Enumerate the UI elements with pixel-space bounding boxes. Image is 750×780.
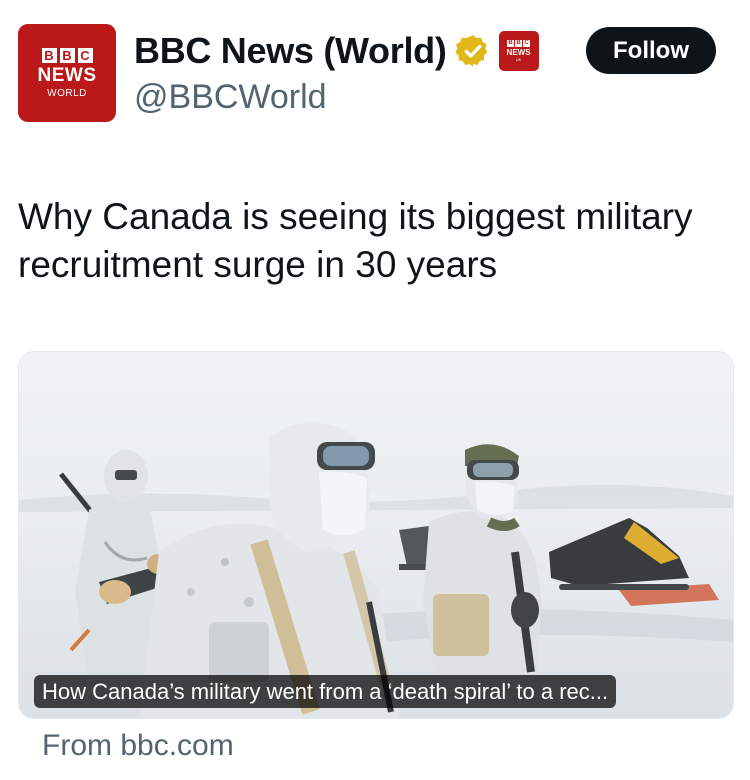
affiliate-logo-blocks: B B C [507,40,531,47]
bbc-logo-letter: B [59,47,75,63]
account-name-row: BBC News (World) B B C NEWS UK [134,28,539,74]
display-name[interactable]: BBC News (World) [134,30,447,72]
affiliate-logo-letter: B [507,40,515,47]
bbc-logo-letter: C [77,47,93,63]
avatar-news-label: NEWS [37,64,97,86]
avatar-world-label: WORLD [47,87,87,99]
account-avatar[interactable]: B B C NEWS WORLD [18,24,116,122]
article-photo [19,352,733,718]
bbc-logo-letter: B [41,47,57,63]
bbc-logo-blocks: B B C [41,47,93,63]
link-preview-card[interactable]: How Canada’s military went from a ‘death… [18,351,734,719]
follow-button[interactable]: Follow [586,27,716,74]
article-headline-overlay[interactable]: How Canada’s military went from a ‘death… [34,675,617,708]
verified-badge-icon[interactable] [454,33,491,69]
affiliate-logo-letter: B [515,40,523,47]
affiliate-region-label: UK [515,57,522,62]
affiliate-news-label: NEWS [506,48,531,57]
tweet-text: Why Canada is seeing its biggest militar… [18,196,693,285]
affiliate-badge-icon[interactable]: B B C NEWS UK [498,31,539,71]
account-handle[interactable]: @BBCWorld [134,78,327,117]
affiliate-logo-letter: C [523,40,531,47]
link-source[interactable]: From bbc.com [42,729,234,763]
